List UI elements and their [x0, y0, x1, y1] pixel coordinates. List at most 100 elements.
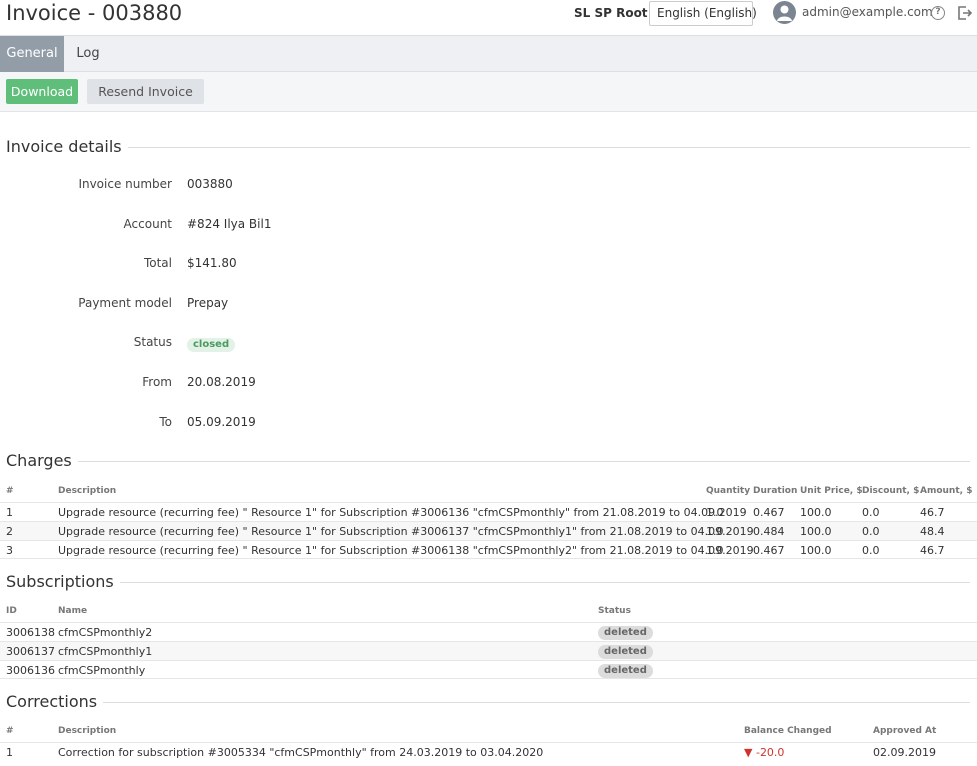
total-label: Total [143, 256, 172, 270]
tab-log[interactable]: Log [64, 36, 112, 72]
cell-status: deleted [598, 644, 653, 659]
section-divider [114, 582, 970, 583]
status-badge: closed [187, 338, 236, 352]
status-badge: deleted [598, 626, 653, 640]
cell-duration: 0.484 [753, 525, 785, 538]
arrow-down-icon: ▼ [744, 746, 753, 759]
status-label: Status [133, 335, 172, 349]
table-row: 2 Upgrade resource (recurring fee) " Res… [0, 521, 977, 540]
invoice-number-label: Invoice number [78, 177, 172, 191]
table-header: # Description Balance Changed Approved A… [0, 722, 977, 742]
corrections-table: # Description Balance Changed Approved A… [0, 722, 977, 761]
table-row: 3006136 cfmCSPmonthly deleted [0, 660, 977, 679]
table-row: 3006138 cfmCSPmonthly2 deleted [0, 622, 977, 641]
section-title-charges: Charges [6, 451, 78, 470]
table-header: # Description Quantity Duration Unit Pri… [0, 482, 977, 502]
cell-discount: 0.0 [862, 506, 880, 519]
cell-balance-changed: ▼ -20.0 [744, 746, 784, 759]
cell-status: deleted [598, 625, 653, 640]
column-header[interactable]: ID [6, 606, 17, 616]
top-header: Invoice - 003880 SL SP Root English (Eng… [0, 0, 977, 36]
tab-bar: General Log [0, 35, 977, 72]
column-header[interactable]: Amount, $ [920, 486, 972, 496]
subscription-name-link[interactable]: cfmCSPmonthly1 [58, 645, 152, 658]
cell-description: Correction for subscription #3005334 "cf… [58, 746, 544, 759]
subscription-name-link[interactable]: cfmCSPmonthly [58, 664, 145, 677]
to-label: To [159, 415, 172, 429]
column-header[interactable]: Quantity [706, 486, 750, 496]
subscription-id-link[interactable]: 3006137 [6, 645, 55, 658]
account-link[interactable]: #824 Ilya Bil1 [187, 217, 271, 231]
cell-discount: 0.0 [862, 544, 880, 557]
invoice-number-value: 003880 [187, 177, 233, 191]
status-value: closed [187, 336, 236, 352]
cell-index: 2 [6, 525, 13, 538]
environment-name[interactable]: SL SP Root [574, 6, 648, 20]
status-badge: deleted [598, 664, 653, 678]
cell-amount: 46.7 [920, 544, 945, 557]
balance-value: -20.0 [755, 746, 785, 759]
page-title: Invoice - 003880 [6, 1, 183, 25]
cell-index: 1 [6, 746, 13, 759]
column-header[interactable]: Discount, $ [862, 486, 919, 496]
table-row: 3 Upgrade resource (recurring fee) " Res… [0, 540, 977, 559]
cell-amount: 48.4 [920, 525, 945, 538]
column-header[interactable]: Description [58, 486, 116, 496]
column-header[interactable]: Status [598, 606, 631, 616]
table-row: 3006137 cfmCSPmonthly1 deleted [0, 641, 977, 660]
user-email[interactable]: admin@example.com [802, 5, 933, 19]
column-header[interactable]: # [6, 726, 14, 736]
column-header[interactable]: Description [58, 726, 116, 736]
cell-duration: 0.467 [753, 544, 785, 557]
to-value: 05.09.2019 [187, 415, 256, 429]
help-icon[interactable]: ? [931, 6, 945, 20]
section-title-invoice-details: Invoice details [6, 137, 128, 156]
cell-description: Upgrade resource (recurring fee) " Resou… [58, 525, 754, 538]
column-header[interactable]: Name [58, 606, 87, 616]
subscription-id-link[interactable]: 3006136 [6, 664, 55, 677]
cell-unit-price: 100.0 [800, 525, 832, 538]
total-value: $141.80 [187, 256, 237, 270]
cell-discount: 0.0 [862, 525, 880, 538]
download-button[interactable]: Download [6, 79, 78, 104]
subscription-id-link[interactable]: 3006138 [6, 626, 55, 639]
table-header: ID Name Status [0, 602, 977, 622]
cell-amount: 46.7 [920, 506, 945, 519]
cell-unit-price: 100.0 [800, 544, 832, 557]
column-header[interactable]: Duration [753, 486, 797, 496]
section-divider [100, 702, 970, 703]
language-select[interactable]: English (English) [649, 1, 757, 26]
section-title-subscriptions: Subscriptions [6, 572, 120, 591]
resend-invoice-button[interactable]: Resend Invoice [87, 79, 204, 104]
account-label: Account [123, 217, 172, 231]
payment-model-label: Payment model [78, 296, 172, 310]
cell-quantity: 1.0 [706, 525, 724, 538]
subscriptions-table: ID Name Status 3006138 cfmCSPmonthly2 de… [0, 602, 977, 679]
column-header[interactable]: Unit Price, $ [800, 486, 863, 496]
table-row: 1 Upgrade resource (recurring fee) " Res… [0, 502, 977, 521]
cell-description: Upgrade resource (recurring fee) " Resou… [58, 506, 747, 519]
from-value: 20.08.2019 [187, 375, 256, 389]
section-title-corrections: Corrections [6, 692, 104, 711]
from-label: From [142, 375, 172, 389]
cell-index: 3 [6, 544, 13, 557]
cell-description: Upgrade resource (recurring fee) " Resou… [58, 544, 754, 557]
cell-quantity: 1.0 [706, 544, 724, 557]
charges-table: # Description Quantity Duration Unit Pri… [0, 482, 977, 559]
cell-duration: 0.467 [753, 506, 785, 519]
column-header[interactable]: # [6, 486, 14, 496]
avatar-icon[interactable] [773, 1, 796, 24]
section-divider [72, 461, 970, 462]
status-badge: deleted [598, 645, 653, 659]
cell-quantity: 1.0 [706, 506, 724, 519]
section-divider [114, 147, 970, 148]
logout-icon[interactable] [957, 5, 973, 21]
subscription-name-link[interactable]: cfmCSPmonthly2 [58, 626, 152, 639]
table-row: 1 Correction for subscription #3005334 "… [0, 742, 977, 761]
action-toolbar: Download Resend Invoice [0, 72, 977, 112]
cell-unit-price: 100.0 [800, 506, 832, 519]
column-header[interactable]: Balance Changed [744, 726, 832, 736]
cell-approved-at: 02.09.2019 [873, 746, 936, 759]
tab-general[interactable]: General [0, 36, 64, 72]
column-header[interactable]: Approved At [873, 726, 936, 736]
